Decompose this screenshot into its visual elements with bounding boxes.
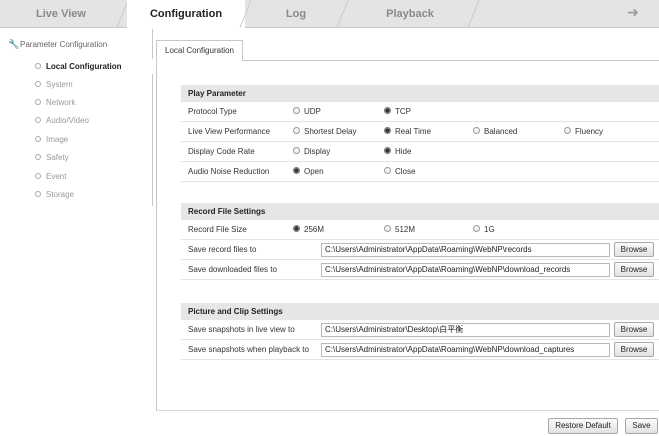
radio-fluency[interactable]: Fluency — [564, 122, 603, 142]
tab-configuration[interactable]: Configuration — [127, 0, 245, 29]
wrench-icon: 🔧 — [8, 39, 20, 49]
record-path-field[interactable]: C:\Users\Administrator\AppData\Roaming\W… — [321, 243, 610, 257]
row-save-record-files: Save record files to C:\Users\Administra… — [181, 240, 659, 260]
radio-circle — [293, 225, 300, 233]
bullet-icon — [35, 153, 41, 160]
sidebar-title: 🔧Parameter Configuration — [8, 39, 108, 49]
radio-circle — [384, 225, 391, 233]
browse-record-button[interactable]: Browse — [614, 242, 654, 257]
logout-arrow-icon[interactable]: ➜ — [627, 4, 639, 21]
radio-1g[interactable]: 1G — [473, 220, 495, 240]
radio-circle — [564, 127, 571, 135]
sidebar-item-safety[interactable]: Safety — [35, 150, 69, 165]
radio-circle — [293, 107, 300, 115]
download-path-field[interactable]: C:\Users\Administrator\AppData\Roaming\W… — [321, 263, 610, 277]
radio-tcp[interactable]: TCP — [384, 102, 411, 122]
radio-circle — [473, 225, 480, 233]
bullet-icon — [35, 62, 41, 69]
row-record-file-size: Record File Size 256M 512M 1G — [181, 220, 659, 240]
section-play-parameter: Play Parameter — [181, 85, 659, 102]
radio-circle — [384, 167, 391, 175]
radio-balanced[interactable]: Balanced — [473, 122, 517, 142]
bullet-icon — [35, 116, 41, 123]
snapshot-live-path-field[interactable]: C:\Users\Administrator\Desktop\白平衡 — [321, 323, 610, 337]
bullet-icon — [35, 172, 41, 179]
protocol-type-label: Protocol Type — [188, 107, 237, 116]
sidebar-item-storage[interactable]: Storage — [35, 187, 74, 202]
sidebar-item-event[interactable]: Event — [35, 169, 66, 184]
restore-default-button[interactable]: Restore Default — [548, 418, 618, 434]
radio-circle — [293, 127, 300, 135]
row-display-code-rate: Display Code Rate Display Hide — [181, 142, 659, 162]
radio-512m[interactable]: 512M — [384, 220, 415, 240]
record-file-size-label: Record File Size — [188, 225, 247, 234]
radio-circle — [384, 127, 391, 135]
snapshots-live-view-label: Save snapshots in live view to — [188, 325, 295, 334]
bullet-icon — [35, 135, 41, 142]
snapshots-playback-label: Save snapshots when playback to — [188, 345, 309, 354]
row-audio-noise-reduction: Audio Noise Reduction Open Close — [181, 162, 659, 182]
sidebar-item-network[interactable]: Network — [35, 95, 75, 110]
radio-close[interactable]: Close — [384, 162, 415, 182]
radio-circle — [293, 147, 300, 155]
top-tab-bar: Live View Configuration Log Playback ➜ — [0, 0, 659, 29]
radio-open[interactable]: Open — [293, 162, 324, 182]
tab-local-configuration[interactable]: Local Configuration — [156, 40, 243, 61]
row-live-view-performance: Live View Performance Shortest Delay Rea… — [181, 122, 659, 142]
radio-udp[interactable]: UDP — [293, 102, 321, 122]
radio-circle — [473, 127, 480, 135]
tab-playback[interactable]: Playback — [347, 0, 473, 28]
display-code-rate-label: Display Code Rate — [188, 147, 255, 156]
tab-live-view[interactable]: Live View — [0, 0, 122, 28]
sidebar-item-audio-video[interactable]: Audio/Video — [35, 113, 89, 128]
bullet-icon — [35, 98, 41, 105]
row-save-downloaded-files: Save downloaded files to C:\Users\Admini… — [181, 260, 659, 280]
radio-256m[interactable]: 256M — [293, 220, 324, 240]
browse-snapshot-live-button[interactable]: Browse — [614, 322, 654, 337]
divider — [243, 60, 659, 61]
row-snapshots-playback: Save snapshots when playback to C:\Users… — [181, 340, 659, 360]
live-view-performance-label: Live View Performance — [188, 127, 271, 136]
radio-circle — [384, 107, 391, 115]
divider — [156, 60, 157, 410]
save-button[interactable]: Save — [625, 418, 658, 434]
bullet-icon — [35, 80, 41, 87]
radio-circle — [293, 167, 300, 175]
radio-shortest-delay[interactable]: Shortest Delay — [293, 122, 356, 142]
sidebar: 🔧Parameter Configuration Local Configura… — [0, 29, 153, 206]
save-record-files-label: Save record files to — [188, 245, 257, 254]
row-protocol-type: Protocol Type UDP TCP — [181, 102, 659, 122]
browse-download-button[interactable]: Browse — [614, 262, 654, 277]
browse-snapshot-playback-button[interactable]: Browse — [614, 342, 654, 357]
row-snapshots-live-view: Save snapshots in live view to C:\Users\… — [181, 320, 659, 340]
tab-log[interactable]: Log — [250, 0, 342, 28]
sidebar-item-image[interactable]: Image — [35, 132, 68, 147]
divider — [156, 410, 659, 411]
radio-hide[interactable]: Hide — [384, 142, 411, 162]
sidebar-item-system[interactable]: System — [35, 77, 73, 92]
sidebar-item-local-configuration[interactable]: Local Configuration — [35, 59, 122, 74]
section-picture-clip-settings: Picture and Clip Settings — [181, 303, 659, 320]
bullet-icon — [35, 190, 41, 197]
section-record-file-settings: Record File Settings — [181, 203, 659, 220]
radio-real-time[interactable]: Real Time — [384, 122, 431, 142]
audio-noise-reduction-label: Audio Noise Reduction — [188, 167, 270, 176]
radio-display[interactable]: Display — [293, 142, 330, 162]
radio-circle — [384, 147, 391, 155]
save-downloaded-files-label: Save downloaded files to — [188, 265, 277, 274]
snapshot-playback-path-field[interactable]: C:\Users\Administrator\AppData\Roaming\W… — [321, 343, 610, 357]
